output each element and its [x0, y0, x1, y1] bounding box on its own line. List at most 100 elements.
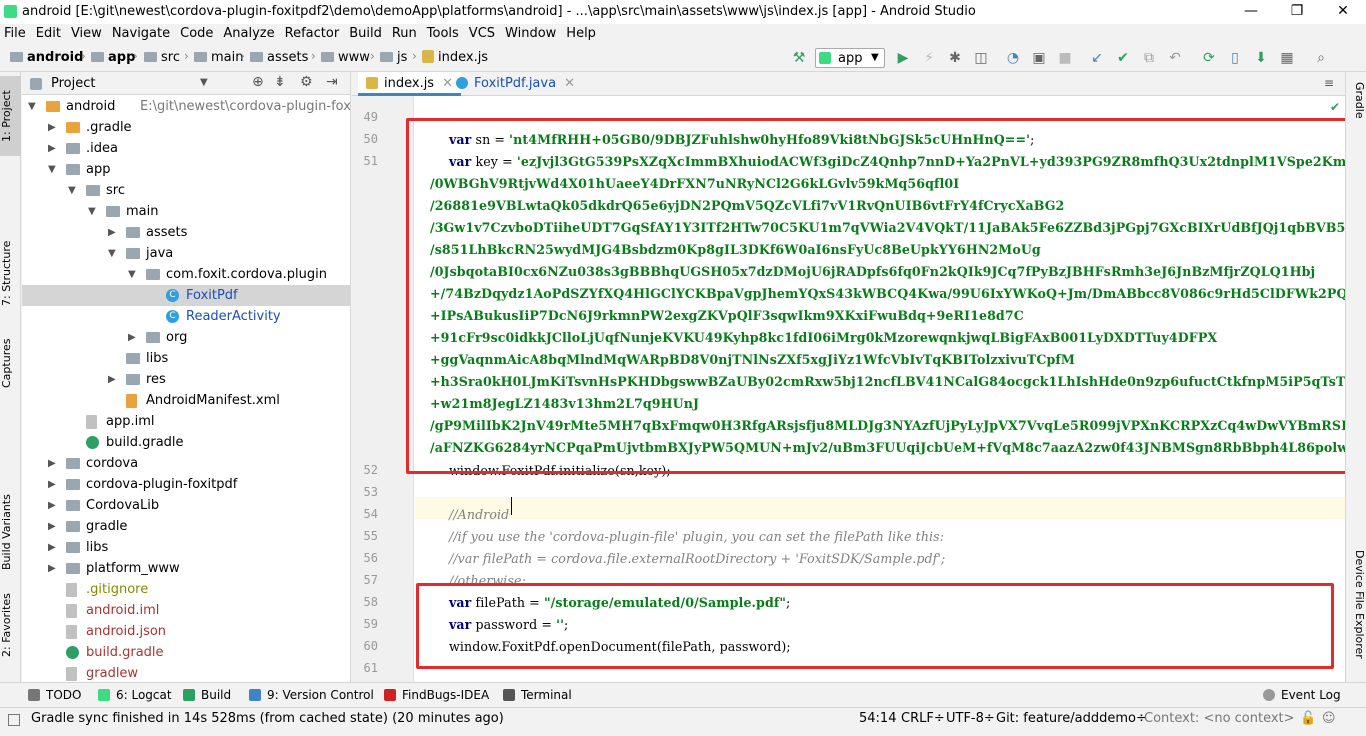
menu-view[interactable]: View: [67, 24, 108, 41]
inspector-icon[interactable]: ☺: [1322, 711, 1336, 726]
breadcrumb-app[interactable]: app: [91, 50, 135, 65]
menu-navigate[interactable]: Navigate: [108, 24, 176, 41]
locate-icon[interactable]: ⊕: [252, 74, 264, 90]
tool-logcat[interactable]: 6: Logcat: [98, 688, 172, 702]
collapsed-arrow-icon[interactable]: ▶: [48, 495, 56, 516]
tab-foxitpdf-java[interactable]: FoxitPdf.java ✕: [448, 72, 583, 96]
apply-changes-icon[interactable]: ⚡: [920, 49, 938, 67]
gear-icon[interactable]: ⚙: [300, 74, 313, 90]
menu-edit[interactable]: Edit: [32, 24, 67, 41]
tree-item[interactable]: .gitignore: [22, 579, 350, 600]
coverage-icon[interactable]: ▣: [1030, 49, 1048, 67]
tree-item[interactable]: android.json: [22, 621, 350, 642]
tree-item[interactable]: C ReaderActivity: [22, 306, 350, 327]
menu-analyze[interactable]: Analyze: [219, 24, 280, 41]
minimize-button[interactable]: —: [1228, 0, 1274, 24]
tool-findbugs[interactable]: FindBugs-IDEA: [384, 688, 489, 702]
breadcrumb-android[interactable]: android: [10, 50, 83, 65]
breadcrumb-main[interactable]: main: [194, 50, 243, 65]
vcs-revert-icon[interactable]: ↶: [1166, 49, 1184, 67]
tab-index-js[interactable]: index.js ✕: [358, 72, 461, 96]
collapsed-arrow-icon[interactable]: ▶: [48, 516, 56, 537]
breadcrumb-indexjs[interactable]: index.js: [422, 50, 488, 65]
breadcrumb-www[interactable]: www: [321, 50, 370, 65]
code-line-54[interactable]: //Android: [449, 507, 509, 522]
toggle-tool-windows-icon[interactable]: [8, 714, 20, 726]
tab-favorites[interactable]: 2: Favorites: [0, 592, 21, 658]
collapsed-arrow-icon[interactable]: ▶: [48, 474, 56, 495]
maximize-button[interactable]: ❐: [1274, 0, 1320, 24]
avd-manager-icon[interactable]: ▯: [1226, 49, 1244, 67]
tree-item[interactable]: ▶ res: [22, 369, 350, 390]
vcs-commit-icon[interactable]: ✔: [1114, 49, 1132, 67]
vcs-compare-icon[interactable]: ⧉: [1140, 49, 1158, 67]
collapsed-arrow-icon[interactable]: ▶: [108, 222, 116, 243]
expanded-arrow-icon[interactable]: ▼: [128, 264, 136, 285]
collapsed-arrow-icon[interactable]: ▶: [48, 117, 56, 138]
tab-list-icon[interactable]: ≡: [1324, 76, 1334, 90]
collapsed-arrow-icon[interactable]: ▶: [48, 558, 56, 579]
tree-item[interactable]: ▼ java: [22, 243, 350, 264]
menu-file[interactable]: File: [0, 24, 32, 41]
tree-item[interactable]: ▶ platform_www: [22, 558, 350, 579]
tab-project[interactable]: 1: Project: [0, 76, 21, 156]
expanded-arrow-icon[interactable]: ▼: [28, 96, 36, 117]
tree-item[interactable]: ▶ .gradle: [22, 117, 350, 138]
project-structure-icon[interactable]: ▦: [1278, 49, 1296, 67]
tree-item[interactable]: ▶ gradle: [22, 516, 350, 537]
expanded-arrow-icon[interactable]: ▼: [108, 243, 116, 264]
tool-build[interactable]: Build: [183, 688, 231, 702]
collapsed-arrow-icon[interactable]: ▶: [108, 369, 116, 390]
tree-item[interactable]: ▶ .idea: [22, 138, 350, 159]
tree-item[interactable]: ▶ libs: [22, 537, 350, 558]
tree-item[interactable]: gradlew: [22, 663, 350, 682]
collapsed-arrow-icon[interactable]: ▶: [128, 327, 136, 348]
menu-help[interactable]: Help: [562, 24, 602, 41]
tree-item[interactable]: ▶ cordova: [22, 453, 350, 474]
sync-gradle-icon[interactable]: ⟳: [1200, 49, 1218, 67]
file-encoding[interactable]: UTF-8÷: [946, 711, 995, 726]
vcs-update-icon[interactable]: ↙: [1088, 49, 1106, 67]
menu-build[interactable]: Build: [345, 24, 388, 41]
close-icon[interactable]: ✕: [564, 76, 575, 91]
collapsed-arrow-icon[interactable]: ▶: [48, 453, 56, 474]
breadcrumb-src[interactable]: src: [144, 50, 180, 65]
project-view-select[interactable]: Project: [51, 76, 95, 91]
menu-tools[interactable]: Tools: [423, 24, 465, 41]
tree-item[interactable]: ▼ main: [22, 201, 350, 222]
hide-icon[interactable]: ⇥: [326, 74, 338, 90]
tree-item[interactable]: ▼ app: [22, 159, 350, 180]
menu-vcs[interactable]: VCS: [465, 24, 501, 41]
tree-item[interactable]: build.gradle: [22, 432, 350, 453]
tree-item[interactable]: ▼ src: [22, 180, 350, 201]
code-line-56[interactable]: //var filePath = cordova.file.externalRo…: [449, 551, 945, 566]
menu-window[interactable]: Window: [501, 24, 562, 41]
menu-run[interactable]: Run: [388, 24, 423, 41]
collapsed-arrow-icon[interactable]: ▶: [48, 537, 56, 558]
tab-structure[interactable]: 7: Structure: [0, 232, 21, 314]
expanded-arrow-icon[interactable]: ▼: [48, 159, 56, 180]
debug-icon[interactable]: ✱: [946, 49, 964, 67]
tree-item[interactable]: ▼ android E:\git\newest\cordova-plugin-fox…: [22, 96, 350, 117]
tab-build-variants[interactable]: Build Variants: [0, 482, 21, 582]
tree-item[interactable]: ▶ cordova-plugin-foxitpdf: [22, 474, 350, 495]
expanded-arrow-icon[interactable]: ▼: [88, 201, 96, 222]
search-icon[interactable]: ⌕: [1312, 49, 1330, 67]
chevron-down-icon[interactable]: ▼: [200, 77, 208, 88]
collapse-icon[interactable]: ⇟: [274, 74, 286, 90]
tab-captures[interactable]: Captures: [0, 332, 21, 394]
tree-item[interactable]: android.iml: [22, 600, 350, 621]
run-icon[interactable]: ▶: [894, 49, 912, 67]
tree-item[interactable]: AndroidManifest.xml: [22, 390, 350, 411]
git-branch[interactable]: Git: feature/adddemo÷: [996, 711, 1147, 726]
caret-position[interactable]: 54:14: [859, 711, 896, 726]
tree-item[interactable]: ▼ com.foxit.cordova.plugin: [22, 264, 350, 285]
menu-refactor[interactable]: Refactor: [281, 24, 346, 41]
context-indicator[interactable]: Context: <no context>: [1144, 711, 1295, 726]
tab-device-file-explorer[interactable]: Device File Explorer: [1348, 550, 1366, 680]
breadcrumb-assets[interactable]: assets: [250, 50, 308, 65]
menu-code[interactable]: Code: [176, 24, 219, 41]
lock-icon[interactable]: 🔓: [1300, 711, 1316, 726]
tool-event-log[interactable]: Event Log: [1263, 688, 1341, 702]
tree-item[interactable]: C FoxitPdf: [22, 285, 350, 306]
